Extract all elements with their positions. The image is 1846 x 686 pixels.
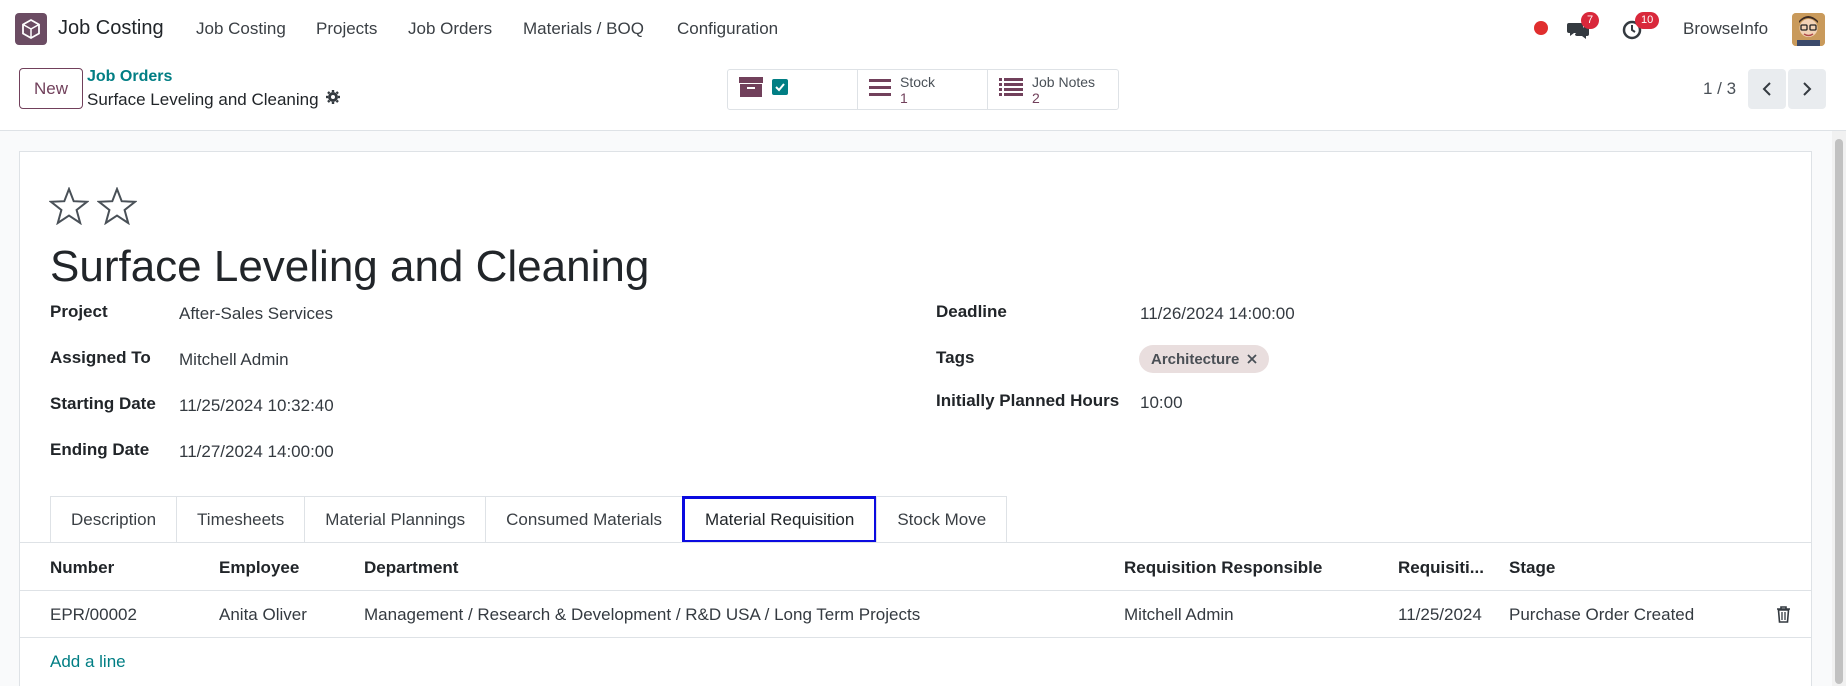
deadline-field[interactable]: 11/26/2024 14:00:00	[1140, 304, 1295, 324]
pager-previous-button[interactable]	[1748, 69, 1786, 109]
divider	[20, 637, 1811, 638]
tab-timesheets[interactable]: Timesheets	[176, 496, 306, 543]
job-notes-label: Job Notes	[1032, 73, 1096, 90]
divider	[20, 590, 1811, 591]
menu-job-costing[interactable]: Job Costing	[196, 19, 286, 39]
recording-indicator-icon[interactable]	[1534, 21, 1548, 35]
tab-material-requisition[interactable]: Material Requisition	[682, 496, 878, 543]
user-name[interactable]: BrowseInfo	[1683, 19, 1768, 39]
job-notes-smart-button[interactable]: Job Notes 2	[988, 70, 1118, 109]
app-name[interactable]: Job Costing	[58, 17, 164, 40]
column-header-number[interactable]: Number	[50, 558, 114, 578]
close-icon[interactable]	[1247, 351, 1257, 368]
tags-label: Tags	[936, 348, 975, 367]
tab-description[interactable]: Description	[50, 496, 178, 543]
column-header-requisition-date[interactable]: Requisiti...	[1398, 558, 1484, 578]
star-icon[interactable]	[48, 186, 90, 230]
column-header-department[interactable]: Department	[364, 558, 458, 578]
chevron-right-icon	[1803, 82, 1812, 96]
cell-requisition-date[interactable]: 11/25/2024	[1398, 605, 1482, 625]
column-header-requisition-responsible[interactable]: Requisition Responsible	[1124, 558, 1322, 578]
record-title[interactable]: Surface Leveling and Cleaning	[50, 242, 649, 292]
cell-number[interactable]: EPR/00002	[50, 605, 137, 625]
menu-projects[interactable]: Projects	[316, 19, 377, 39]
project-field[interactable]: After-Sales Services	[179, 304, 333, 324]
notebook-tabs: Description Timesheets Material Planning…	[50, 496, 1008, 543]
ending-date-field[interactable]: 11/27/2024 14:00:00	[179, 442, 334, 462]
menu-configuration[interactable]: Configuration	[677, 19, 778, 39]
chevron-left-icon	[1762, 82, 1771, 96]
new-button[interactable]: New	[19, 68, 83, 109]
priority-stars	[48, 186, 138, 230]
scrollbar[interactable]	[1832, 131, 1846, 686]
column-header-stage[interactable]: Stage	[1509, 558, 1555, 578]
trash-icon[interactable]	[1776, 606, 1791, 628]
active-checkbox-icon[interactable]	[772, 79, 788, 100]
breadcrumb-current: Surface Leveling and Cleaning	[87, 89, 319, 109]
assigned-to-label: Assigned To	[50, 348, 151, 367]
tag-architecture: Architecture	[1139, 345, 1270, 373]
list-icon	[998, 77, 1024, 102]
tab-consumed-materials[interactable]: Consumed Materials	[485, 496, 684, 543]
ending-date-label: Ending Date	[50, 440, 150, 459]
archive-smart-button[interactable]	[728, 70, 858, 109]
pager-next-button[interactable]	[1788, 69, 1826, 109]
cell-employee[interactable]: Anita Oliver	[219, 605, 307, 625]
tab-stock-move[interactable]: Stock Move	[876, 496, 1008, 543]
top-navbar: Job Costing Job Costing Projects Job Ord…	[0, 0, 1846, 57]
stock-count: 1	[900, 89, 908, 106]
add-line-link[interactable]: Add a line	[50, 652, 126, 672]
assigned-to-field[interactable]: Mitchell Admin	[179, 350, 289, 370]
stock-label: Stock	[900, 73, 936, 90]
divider	[20, 542, 1811, 543]
tab-material-plannings[interactable]: Material Plannings	[304, 496, 487, 543]
job-notes-count: 2	[1032, 89, 1040, 106]
starting-date-label: Starting Date	[50, 394, 156, 413]
breadcrumb: Surface Leveling and Cleaning	[87, 89, 341, 110]
archive-icon	[738, 76, 764, 103]
cell-department[interactable]: Management / Research & Development / R&…	[364, 605, 920, 625]
control-panel: New Job Orders Surface Leveling and Clea…	[0, 57, 1846, 131]
stock-smart-button[interactable]: Stock 1	[858, 70, 988, 109]
star-icon[interactable]	[96, 186, 138, 230]
list-bars-icon	[868, 77, 892, 102]
app-logo-icon[interactable]	[15, 13, 47, 45]
messages-badge: 7	[1581, 12, 1600, 29]
form-sheet: Surface Leveling and Cleaning Project Af…	[19, 151, 1812, 686]
smart-buttons: Stock 1 Job Notes 2	[727, 69, 1119, 110]
gear-icon[interactable]	[325, 89, 341, 110]
planned-hours-label: Initially Planned Hours	[936, 391, 1120, 410]
breadcrumb-job-orders[interactable]: Job Orders	[87, 68, 172, 86]
menu-job-orders[interactable]: Job Orders	[408, 19, 492, 39]
pager-value[interactable]: 1 / 3	[1703, 79, 1736, 99]
planned-hours-field[interactable]: 10:00	[1140, 393, 1183, 413]
scrollbar-thumb[interactable]	[1835, 139, 1843, 684]
activities-badge: 10	[1635, 12, 1660, 29]
menu-materials-boq[interactable]: Materials / BOQ	[523, 19, 644, 39]
avatar[interactable]	[1792, 13, 1825, 46]
project-label: Project	[50, 302, 108, 321]
column-header-employee[interactable]: Employee	[219, 558, 299, 578]
tag-label: Architecture	[1151, 350, 1240, 368]
deadline-label: Deadline	[936, 302, 1007, 321]
starting-date-field[interactable]: 11/25/2024 10:32:40	[179, 396, 334, 416]
cell-requisition-responsible[interactable]: Mitchell Admin	[1124, 605, 1234, 625]
cell-stage[interactable]: Purchase Order Created	[1509, 605, 1694, 625]
